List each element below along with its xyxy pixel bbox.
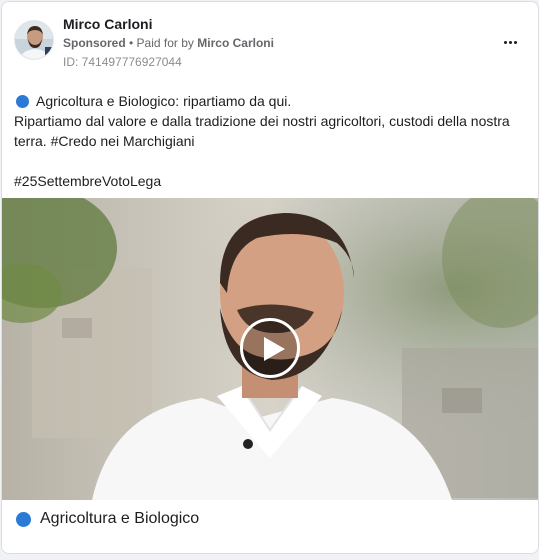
- post-hashtag[interactable]: #25SettembreVotoLega: [14, 171, 524, 191]
- caption-text: Agricoltura e Biologico: [40, 510, 200, 527]
- hashtag-link[interactable]: #25SettembreVotoLega: [14, 173, 161, 189]
- video-thumbnail[interactable]: [2, 198, 538, 500]
- link-caption[interactable]: Agricoltura e Biologico: [2, 500, 538, 553]
- blue-circle-icon: [16, 94, 29, 108]
- play-button[interactable]: [240, 318, 300, 378]
- ad-id: ID: 741497776927044: [63, 55, 182, 69]
- paid-for-prefix: • Paid for by: [129, 36, 194, 50]
- sponsored-line: Sponsored • Paid for by Mirco Carloni: [63, 36, 274, 50]
- page-name[interactable]: Mirco Carloni: [63, 16, 152, 32]
- more-options-icon: [503, 40, 507, 44]
- post-text: Agricoltura e Biologico: ripartiamo da q…: [14, 91, 524, 191]
- more-options-icon-dot: [513, 40, 517, 44]
- blue-circle-icon: [16, 511, 31, 527]
- more-options-icon-dot: [508, 40, 512, 44]
- avatar[interactable]: [14, 20, 54, 60]
- avatar-image: [15, 21, 53, 59]
- more-options-button[interactable]: [498, 32, 522, 52]
- sponsored-label: Sponsored: [63, 36, 126, 50]
- ad-card: Mirco Carloni Sponsored • Paid for by Mi…: [1, 1, 539, 554]
- play-icon: [264, 337, 285, 361]
- headline-text: Agricoltura e Biologico: ripartiamo da q…: [36, 93, 292, 109]
- payer-name: Mirco Carloni: [197, 36, 274, 50]
- post-body: Ripartiamo dal valore e dalla tradizione…: [14, 113, 510, 149]
- post-headline: Agricoltura e Biologico: ripartiamo da q…: [14, 91, 524, 111]
- ad-header: Mirco Carloni Sponsored • Paid for by Mi…: [2, 2, 538, 82]
- caption-row: Agricoltura e Biologico: [16, 510, 199, 528]
